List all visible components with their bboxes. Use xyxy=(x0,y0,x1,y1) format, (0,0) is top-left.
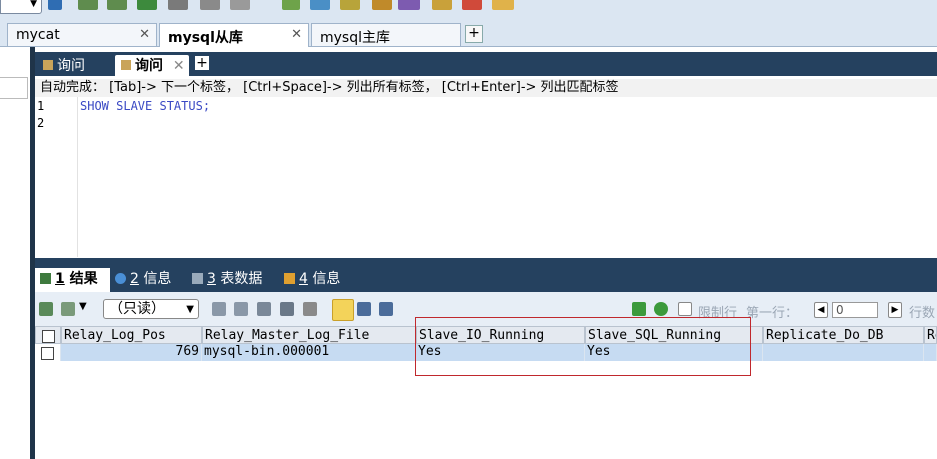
autocomplete-hint: 自动完成： [Tab]-> 下一个标签， [Ctrl+Space]-> 列出所有… xyxy=(35,79,937,97)
database-dropdown[interactable]: ▼ xyxy=(0,0,42,14)
export-icon[interactable] xyxy=(107,0,127,10)
next-page-icon[interactable]: ▶ xyxy=(888,302,902,318)
column-header[interactable]: Relay_Master_Log_File xyxy=(202,326,416,344)
grid-view-icon[interactable] xyxy=(332,299,354,321)
column-header[interactable]: Replicate_Do_DB xyxy=(763,326,924,344)
form-view-icon[interactable] xyxy=(357,302,371,316)
info-chart-icon xyxy=(284,273,295,284)
table-cell[interactable]: 769 xyxy=(61,344,202,361)
query-icon xyxy=(43,60,53,70)
tab-query-1[interactable]: 询问 xyxy=(41,55,111,76)
object-browser xyxy=(0,47,31,459)
tab-messages[interactable]: 2 信息 xyxy=(115,268,187,292)
editor-results-splitter[interactable] xyxy=(35,258,937,266)
chevron-down-icon: ▼ xyxy=(186,304,194,315)
tab-label: 询问 xyxy=(135,58,163,74)
tab-info[interactable]: 4 信息 xyxy=(284,268,356,292)
prev-page-icon[interactable]: ◀ xyxy=(814,302,828,318)
tab-mysql-slave[interactable]: mysql从库 ✕ xyxy=(159,23,309,47)
main-toolbar: ▼ xyxy=(0,0,937,21)
line-gutter: 1 2 xyxy=(35,97,78,257)
tab-mycat[interactable]: mycat ✕ xyxy=(7,23,157,46)
tab-number: 1 xyxy=(55,271,65,287)
tab-label: 信息 xyxy=(143,271,172,287)
add-query-button[interactable]: + xyxy=(195,56,209,70)
query-tab-bar: 询问 询问 ✕ + xyxy=(35,52,937,76)
row-selector xyxy=(35,344,61,361)
import-icon[interactable] xyxy=(78,0,98,10)
tab-label: mycat xyxy=(16,27,60,43)
rows-label: 行数 xyxy=(909,306,936,321)
refresh-icon[interactable] xyxy=(654,302,668,316)
limit-rows-checkbox[interactable] xyxy=(678,302,692,316)
tab-label: 信息 xyxy=(312,271,341,287)
tab-label: 结果 xyxy=(69,271,98,287)
first-row-label: 第一行： xyxy=(746,306,799,321)
tab-label: 表数据 xyxy=(220,271,263,287)
text-view-icon[interactable] xyxy=(379,302,393,316)
readonly-select[interactable]: （只读） ▼ xyxy=(103,299,199,319)
tab-label: mysql从库 xyxy=(168,30,243,46)
grid-icon xyxy=(40,273,51,284)
report-icon[interactable] xyxy=(462,0,482,10)
row-checkbox[interactable] xyxy=(41,347,54,360)
tab-number: 3 xyxy=(207,271,216,287)
schema-icon[interactable] xyxy=(168,0,188,10)
tab-label: 询问 xyxy=(57,58,85,74)
query-builder-icon[interactable] xyxy=(340,0,360,10)
backup-icon[interactable] xyxy=(48,0,62,10)
close-icon[interactable]: ✕ xyxy=(291,27,302,42)
tab-number: 4 xyxy=(299,271,308,287)
export-grid-icon[interactable] xyxy=(39,302,53,316)
query-icon xyxy=(121,60,131,70)
chevron-down-icon[interactable]: ▼ xyxy=(79,301,87,312)
filter-icon[interactable] xyxy=(632,302,646,316)
info-icon xyxy=(115,273,126,284)
tab-number: 2 xyxy=(130,271,139,287)
table-cell[interactable] xyxy=(924,344,937,361)
sync-icon[interactable] xyxy=(137,0,157,10)
delete-icon[interactable] xyxy=(280,302,294,316)
tab-table-data[interactable]: 3 表数据 xyxy=(192,268,278,292)
schedule-icon[interactable] xyxy=(310,0,330,10)
key-icon[interactable] xyxy=(432,0,452,10)
tab-query-2[interactable]: 询问 ✕ xyxy=(115,55,189,76)
sql-editor[interactable] xyxy=(80,97,937,257)
tab-label: mysql主库 xyxy=(320,30,390,46)
designer-icon[interactable] xyxy=(372,0,392,10)
line-number: 2 xyxy=(37,116,45,130)
column-header[interactable]: Re xyxy=(924,326,937,344)
select-all-checkbox[interactable] xyxy=(42,330,55,343)
readonly-label: （只读） xyxy=(109,301,165,317)
add-tab-button[interactable]: + xyxy=(465,25,483,43)
table-cell[interactable] xyxy=(763,344,924,361)
add-row-icon[interactable] xyxy=(212,302,226,316)
user-manager-icon[interactable] xyxy=(398,0,420,10)
results-tab-bar: 1 结果 2 信息 3 表数据 4 信息 xyxy=(35,266,937,292)
connection-tab-bar: mycat ✕ mysql从库 ✕ mysql主库 + xyxy=(0,20,937,47)
duplicate-row-icon[interactable] xyxy=(234,302,248,316)
filter-input[interactable] xyxy=(0,77,28,99)
tab-results[interactable]: 1 结果 xyxy=(35,268,110,292)
tab-mysql-master[interactable]: mysql主库 xyxy=(311,23,461,46)
cancel-icon[interactable] xyxy=(303,302,317,316)
select-all-header xyxy=(35,326,61,344)
structure-icon[interactable] xyxy=(230,0,250,10)
table-cell[interactable]: mysql-bin.000001 xyxy=(202,344,416,361)
first-row-input[interactable]: 0 xyxy=(832,302,878,318)
close-icon[interactable]: ✕ xyxy=(139,27,150,42)
chevron-down-icon: ▼ xyxy=(30,0,37,9)
table-icon[interactable] xyxy=(200,0,220,10)
close-icon[interactable]: ✕ xyxy=(173,58,185,74)
annotation-box xyxy=(415,317,751,376)
line-number: 1 xyxy=(37,99,45,113)
history-icon[interactable] xyxy=(492,0,514,10)
column-header[interactable]: Relay_Log_Pos xyxy=(61,326,202,344)
view-mode-icon[interactable] xyxy=(61,302,75,316)
table-icon xyxy=(192,273,203,284)
wizard-icon[interactable] xyxy=(282,0,300,10)
save-icon[interactable] xyxy=(257,302,271,316)
